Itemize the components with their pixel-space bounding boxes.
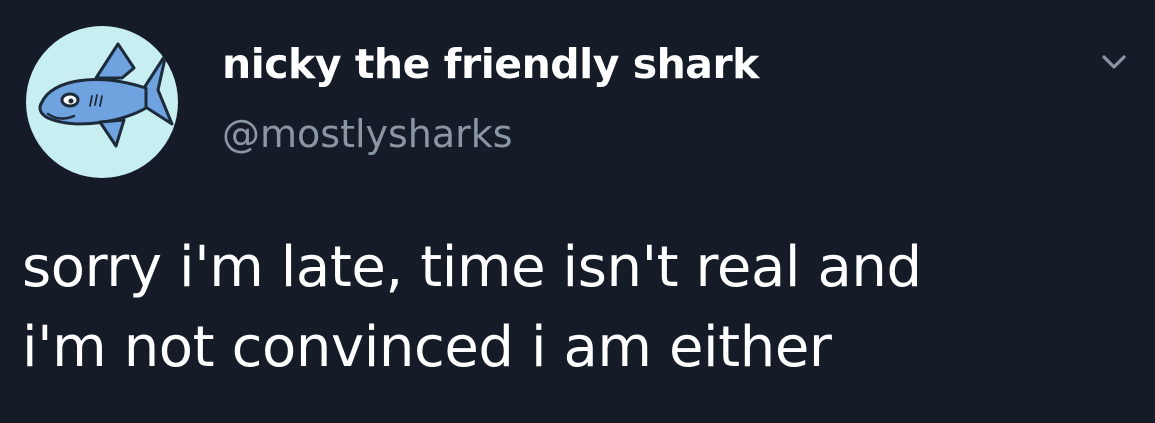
chevron-down-icon xyxy=(1102,55,1126,69)
author-handle[interactable]: @mostlysharks xyxy=(222,112,513,156)
shark-cartoon-icon xyxy=(38,42,174,148)
tweet-text-line: sorry i'm late, time isn't real and xyxy=(22,235,922,300)
tweet-menu-button[interactable] xyxy=(1092,44,1136,80)
tweet-text-line: i'm not convinced i am either xyxy=(22,315,832,380)
tweet-card: nicky the friendly shark @mostlysharks s… xyxy=(0,0,1155,423)
author-display-name[interactable]: nicky the friendly shark xyxy=(222,40,759,88)
tweet-text: sorry i'm late, time isn't real and i'm … xyxy=(22,228,1142,388)
avatar[interactable] xyxy=(26,26,178,178)
